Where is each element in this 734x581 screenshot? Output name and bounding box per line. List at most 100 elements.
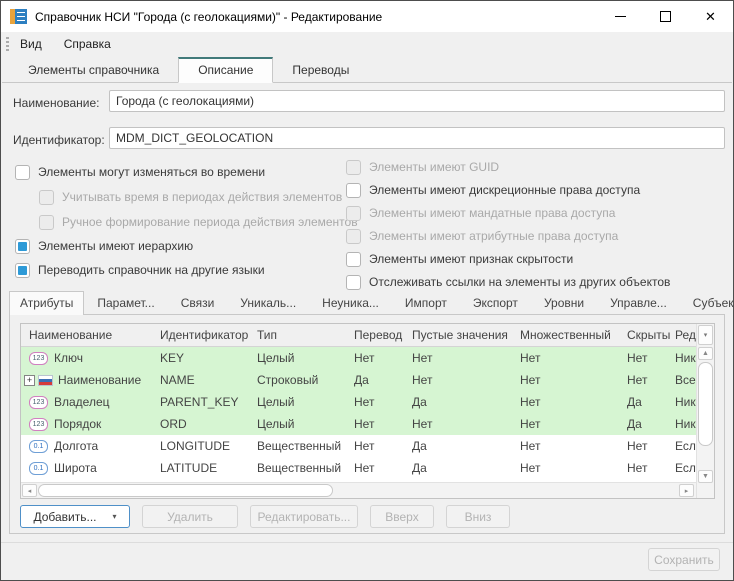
attr-translate: Да	[349, 373, 407, 387]
tab-translations[interactable]: Переводы	[273, 57, 368, 83]
checkbox-translate-dictionary[interactable]: Переводить справочник на другие языки	[15, 262, 265, 278]
scroll-right-icon[interactable]: ▸	[679, 484, 694, 497]
attr-hidden: Нет	[622, 351, 670, 365]
add-button[interactable]: Добавить... ▾	[20, 505, 130, 528]
vertical-scrollbar[interactable]: ▾ ▲ ▼	[696, 324, 714, 498]
attr-editable: Нико	[670, 351, 696, 365]
subtab-nonunique[interactable]: Неуника...	[309, 291, 392, 315]
attr-name: Долгота	[54, 439, 98, 453]
table-header: Наименование Идентификатор Тип Перевод П…	[21, 324, 696, 347]
subtab-management[interactable]: Управле...	[597, 291, 680, 315]
subtab-levels[interactable]: Уровни	[531, 291, 597, 315]
edit-button[interactable]: Редактировать...	[250, 505, 358, 528]
subtab-links[interactable]: Связи	[168, 291, 228, 315]
table-row[interactable]: 123Владелец PARENT_KEY Целый Нет Да Нет …	[21, 391, 696, 413]
attr-translate: Нет	[349, 395, 407, 409]
attr-editable: Если	[670, 439, 696, 453]
column-header-hidden[interactable]: Скрытый	[622, 328, 670, 342]
maximize-button[interactable]	[643, 1, 688, 32]
attr-type: Вещественный	[252, 439, 349, 453]
checkbox-elements-change-over-time[interactable]: Элементы могут изменяться во времени	[15, 164, 265, 180]
attr-type: Вещественный	[252, 461, 349, 475]
checkbox-box[interactable]	[15, 165, 30, 180]
russian-flag-icon	[38, 375, 53, 386]
horizontal-scroll-thumb[interactable]	[38, 484, 333, 497]
subtab-parameters[interactable]: Парамет...	[84, 291, 167, 315]
attr-hidden: Да	[622, 417, 670, 431]
table-row[interactable]: 0.1Широта LATITUDE Вещественный Нет Да Н…	[21, 457, 696, 479]
minimize-button[interactable]	[598, 1, 643, 32]
attr-empty: Да	[407, 461, 515, 475]
scroll-up-icon[interactable]: ▲	[698, 347, 713, 360]
column-chooser-icon[interactable]: ▾	[698, 325, 713, 345]
close-button[interactable]: ✕	[688, 1, 733, 32]
checkbox-hidden-flag[interactable]: Элементы имеют признак скрытости	[346, 251, 573, 267]
subtab-subjects[interactable]: Субъек...	[680, 291, 734, 315]
tab-description[interactable]: Описание	[178, 57, 273, 83]
subtab-unique[interactable]: Уникаль...	[227, 291, 309, 315]
attr-multiple: Нет	[515, 417, 622, 431]
checkbox-consider-time-periods: Учитывать время в периодах действия элем…	[39, 189, 342, 205]
column-header-identifier[interactable]: Идентификатор	[155, 328, 252, 342]
window-title: Справочник НСИ "Города (с геолокациями)"…	[35, 10, 382, 24]
checkbox-elements-have-hierarchy[interactable]: Элементы имеют иерархию	[15, 238, 193, 254]
checkbox-discretionary-rights[interactable]: Элементы имеют дискреционные права досту…	[346, 182, 640, 198]
table-row[interactable]: 123Ключ KEY Целый Нет Нет Нет Нет Нико	[21, 347, 696, 369]
table-row[interactable]: 0.1Долгота LONGITUDE Вещественный Нет Да…	[21, 435, 696, 457]
attr-editable: Если	[670, 461, 696, 475]
identifier-input[interactable]	[109, 127, 725, 149]
attr-id: ORD	[155, 417, 252, 431]
checkbox-box[interactable]	[15, 239, 30, 254]
move-up-button[interactable]: Вверх	[370, 505, 434, 528]
scroll-down-icon[interactable]: ▼	[698, 470, 713, 483]
attr-id: NAME	[155, 373, 252, 387]
attr-type: Целый	[252, 395, 349, 409]
checkbox-track-references[interactable]: Отслеживать ссылки на элементы из других…	[346, 274, 670, 290]
delete-button[interactable]: Удалить	[142, 505, 238, 528]
attr-empty: Да	[407, 395, 515, 409]
checkbox-box	[39, 215, 54, 230]
checkbox-box[interactable]	[15, 263, 30, 278]
expand-icon[interactable]: +	[24, 375, 35, 386]
checkbox-box[interactable]	[346, 183, 361, 198]
column-header-editable[interactable]: Редак	[670, 328, 696, 342]
main-tab-strip: Элементы справочника Описание Переводы	[2, 57, 732, 83]
checkbox-box	[346, 160, 361, 175]
add-dropdown-icon[interactable]: ▾	[113, 512, 117, 521]
column-header-empty-values[interactable]: Пустые значения	[407, 328, 515, 342]
checkbox-box	[39, 190, 54, 205]
scroll-left-icon[interactable]: ◂	[22, 484, 37, 497]
subtab-import[interactable]: Импорт	[392, 291, 460, 315]
checkbox-elements-have-guid: Элементы имеют GUID	[346, 159, 499, 175]
attr-type: Строковый	[252, 373, 349, 387]
column-header-translate[interactable]: Перевод	[349, 328, 407, 342]
name-label: Наименование:	[13, 96, 100, 110]
tab-dictionary-elements[interactable]: Элементы справочника	[9, 57, 178, 83]
checkbox-box	[346, 229, 361, 244]
vertical-scroll-thumb[interactable]	[698, 362, 713, 446]
column-header-name[interactable]: Наименование	[21, 328, 155, 342]
attributes-table: Наименование Идентификатор Тип Перевод П…	[20, 323, 715, 499]
name-input[interactable]	[109, 90, 725, 112]
subtab-attributes[interactable]: Атрибуты	[9, 291, 84, 315]
attr-name: Порядок	[54, 417, 101, 431]
attr-name: Ключ	[54, 351, 83, 365]
checkbox-manual-period-forming: Ручное формирование периода действия эле…	[39, 214, 358, 230]
save-button[interactable]: Сохранить	[648, 548, 720, 571]
menu-view[interactable]: Вид	[9, 32, 53, 56]
menu-help[interactable]: Справка	[53, 32, 122, 56]
table-row[interactable]: 123Порядок ORD Целый Нет Нет Нет Да Нико	[21, 413, 696, 435]
checkbox-box[interactable]	[346, 252, 361, 267]
table-row[interactable]: + Наименование NAME Строковый Да Нет Нет…	[21, 369, 696, 391]
checkbox-box[interactable]	[346, 275, 361, 290]
subtab-export[interactable]: Экспорт	[460, 291, 531, 315]
attr-empty: Нет	[407, 351, 515, 365]
column-header-type[interactable]: Тип	[252, 328, 349, 342]
attr-empty: Да	[407, 439, 515, 453]
horizontal-scrollbar[interactable]: ◂ ▸	[21, 482, 696, 498]
attr-multiple: Нет	[515, 351, 622, 365]
column-header-multiple[interactable]: Множественный	[515, 328, 622, 342]
attr-name: Наименование	[58, 373, 141, 387]
move-down-button[interactable]: Вниз	[446, 505, 510, 528]
sub-tab-strip: Атрибуты Парамет... Связи Уникаль... Неу…	[9, 291, 725, 315]
